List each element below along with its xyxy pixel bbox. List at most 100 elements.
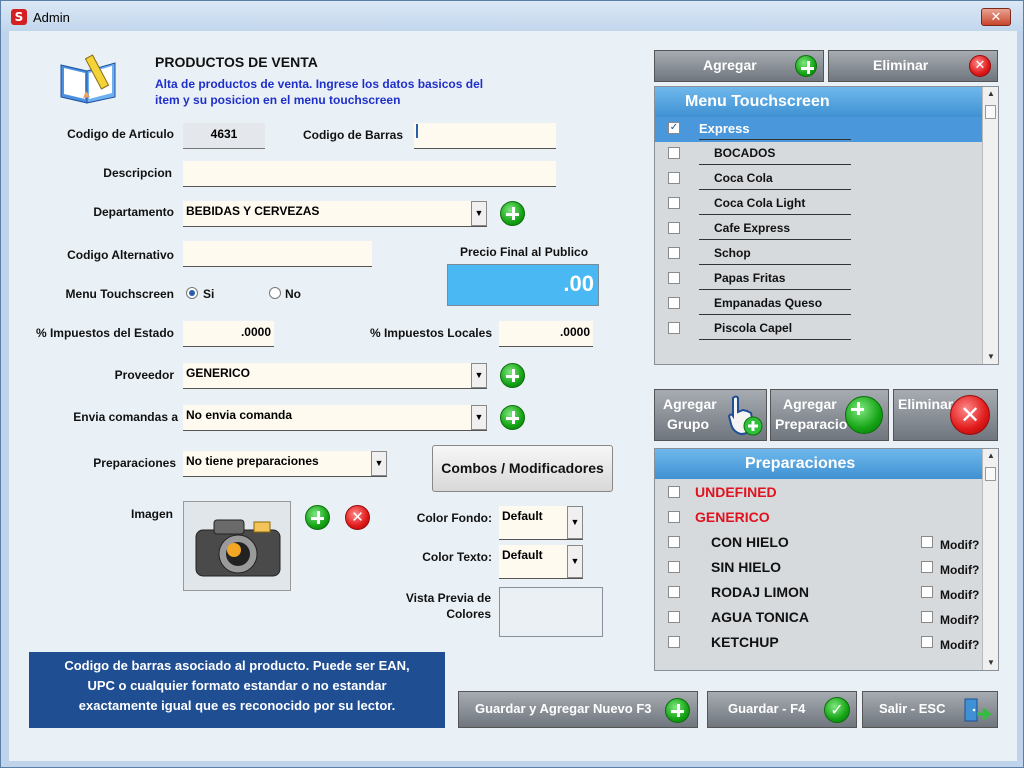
chevron-down-icon[interactable]: ▼ — [567, 506, 583, 539]
color-fondo-value: Default — [502, 509, 543, 523]
prep-item-checkbox[interactable] — [668, 586, 680, 598]
prep-group-label[interactable]: UNDEFINED — [695, 484, 777, 500]
eliminar-grupo-button[interactable]: Eliminar ✕ — [893, 389, 998, 441]
agregar-prep-label-2: Preparacio — [775, 416, 848, 432]
prep-item-checkbox[interactable] — [668, 636, 680, 648]
chevron-down-icon[interactable]: ▼ — [371, 451, 387, 476]
proveedor-select[interactable]: GENERICO ▼ — [183, 363, 487, 389]
menu-item-checkbox[interactable] — [668, 272, 680, 284]
menu-item-checkbox[interactable] — [668, 172, 680, 184]
scroll-up-icon[interactable]: ▲ — [983, 87, 999, 101]
impuestos-locales-field[interactable]: .0000 — [499, 321, 593, 347]
menu-touchscreen-si-label: Si — [203, 287, 215, 301]
prep-item-checkbox[interactable] — [668, 561, 680, 573]
preparaciones-label: Preparaciones — [93, 456, 176, 470]
prep-item-label[interactable]: RODAJ LIMON — [711, 584, 809, 600]
eliminar-menu-button[interactable]: Eliminar ✕ — [828, 50, 998, 82]
eliminar-menu-label: Eliminar — [873, 57, 929, 73]
prep-group-checkbox[interactable] — [668, 511, 680, 523]
scroll-thumb[interactable] — [985, 105, 996, 119]
menu-item-label[interactable]: BOCADOS — [714, 146, 775, 160]
admin-window: S Admin ✕ PRODUCTOS DE VENTA Alta de pro… — [0, 0, 1024, 768]
preparaciones-select[interactable]: No tiene preparaciones ▼ — [183, 451, 387, 477]
menu-item-checkbox[interactable] — [668, 297, 680, 309]
prep-item-label[interactable]: KETCHUP — [711, 634, 779, 650]
delete-icon: ✕ — [969, 55, 991, 77]
delete-image-button[interactable]: ✕ — [345, 505, 370, 530]
prep-group-label[interactable]: GENERICO — [695, 509, 770, 525]
preparaciones-header: Preparaciones — [655, 449, 982, 479]
close-button[interactable]: ✕ — [981, 8, 1011, 26]
codigo-barras-field[interactable] — [414, 123, 556, 149]
modif-checkbox[interactable] — [921, 636, 933, 648]
modif-checkbox[interactable] — [921, 586, 933, 598]
menu-item-checkbox[interactable] — [668, 222, 680, 234]
combos-modificadores-button[interactable]: Combos / Modificadores — [432, 445, 613, 492]
menu-touchscreen-no-label: No — [285, 287, 301, 301]
salir-label: Salir - ESC — [879, 701, 946, 716]
scroll-down-icon[interactable]: ▼ — [983, 656, 999, 670]
menu-touchscreen-no-radio[interactable] — [269, 287, 281, 299]
menu-item-checkbox[interactable] — [668, 322, 680, 334]
chevron-down-icon[interactable]: ▼ — [567, 545, 583, 578]
menu-item-label[interactable]: Empanadas Queso — [714, 296, 822, 310]
menu-item-label[interactable]: Cafe Express — [714, 221, 790, 235]
add-proveedor-button[interactable] — [500, 363, 525, 388]
prep-scrollbar[interactable]: ▲ ▼ — [982, 449, 998, 670]
envia-comandas-select[interactable]: No envia comanda ▼ — [183, 405, 487, 431]
guardar-label: Guardar - F4 — [728, 701, 806, 716]
chevron-down-icon[interactable]: ▼ — [471, 363, 487, 388]
agregar-grupo-button[interactable]: Agregar Grupo — [654, 389, 767, 441]
menu-item-checkbox[interactable]: ✓ — [668, 122, 680, 134]
prep-item-label[interactable]: AGUA TONICA — [711, 609, 809, 625]
precio-field[interactable]: .00 — [447, 264, 599, 306]
prep-item-label[interactable]: CON HIELO — [711, 534, 789, 550]
menu-item-label[interactable]: Piscola Capel — [714, 321, 792, 335]
guardar-nuevo-button[interactable]: Guardar y Agregar Nuevo F3 — [458, 691, 698, 728]
descripcion-field[interactable] — [183, 161, 556, 187]
menu-item-label[interactable]: Schop — [714, 246, 751, 260]
modif-checkbox[interactable] — [921, 536, 933, 548]
menu-item-checkbox[interactable] — [668, 247, 680, 259]
chevron-down-icon[interactable]: ▼ — [471, 405, 487, 430]
page-subtitle-2: item y su posicion en el menu touchscree… — [155, 93, 401, 107]
menu-item-label[interactable]: Coca Cola — [714, 171, 773, 185]
menu-item-checkbox[interactable] — [668, 197, 680, 209]
scroll-up-icon[interactable]: ▲ — [983, 449, 999, 463]
menu-item-checkbox[interactable] — [668, 147, 680, 159]
menu-scrollbar[interactable]: ▲ ▼ — [982, 87, 998, 364]
menu-touchscreen-si-radio[interactable] — [186, 287, 198, 299]
add-envia-button[interactable] — [500, 405, 525, 430]
impuestos-estado-field[interactable]: .0000 — [183, 321, 274, 347]
camera-icon — [192, 512, 284, 582]
color-fondo-select[interactable]: Default ▼ — [499, 506, 583, 540]
menu-item-label[interactable]: Papas Fritas — [714, 271, 785, 285]
prep-item-checkbox[interactable] — [668, 611, 680, 623]
chevron-down-icon[interactable]: ▼ — [471, 201, 487, 226]
agregar-menu-button[interactable]: Agregar — [654, 50, 824, 82]
scroll-down-icon[interactable]: ▼ — [983, 350, 999, 364]
menu-item-divider — [699, 139, 851, 140]
guardar-button[interactable]: Guardar - F4 ✓ — [707, 691, 857, 728]
menu-touchscreen-panel: Menu Touchscreen ✓ Express BOCADOS Coca Col… — [654, 86, 999, 365]
image-preview[interactable] — [183, 501, 291, 591]
agregar-menu-label: Agregar — [703, 57, 757, 73]
menu-item-label[interactable]: Coca Cola Light — [714, 196, 805, 210]
salir-button[interactable]: Salir - ESC — [862, 691, 998, 728]
menu-item-label[interactable]: Express — [699, 121, 750, 136]
modif-checkbox[interactable] — [921, 561, 933, 573]
eliminar-grupo-label: Eliminar — [898, 396, 954, 412]
scroll-thumb[interactable] — [985, 467, 996, 481]
color-texto-select[interactable]: Default ▼ — [499, 545, 583, 579]
page-subtitle-1: Alta de productos de venta. Ingrese los … — [155, 77, 484, 91]
prep-item-checkbox[interactable] — [668, 536, 680, 548]
departamento-select[interactable]: BEBIDAS Y CERVEZAS ▼ — [183, 201, 487, 227]
add-departamento-button[interactable] — [500, 201, 525, 226]
proveedor-label: Proveedor — [114, 368, 174, 382]
prep-group-checkbox[interactable] — [668, 486, 680, 498]
codigo-alternativo-field[interactable] — [183, 241, 372, 267]
add-image-button[interactable] — [305, 505, 330, 530]
prep-item-label[interactable]: SIN HIELO — [711, 559, 781, 575]
agregar-preparacion-button[interactable]: Agregar Preparacio — [770, 389, 889, 441]
modif-checkbox[interactable] — [921, 611, 933, 623]
